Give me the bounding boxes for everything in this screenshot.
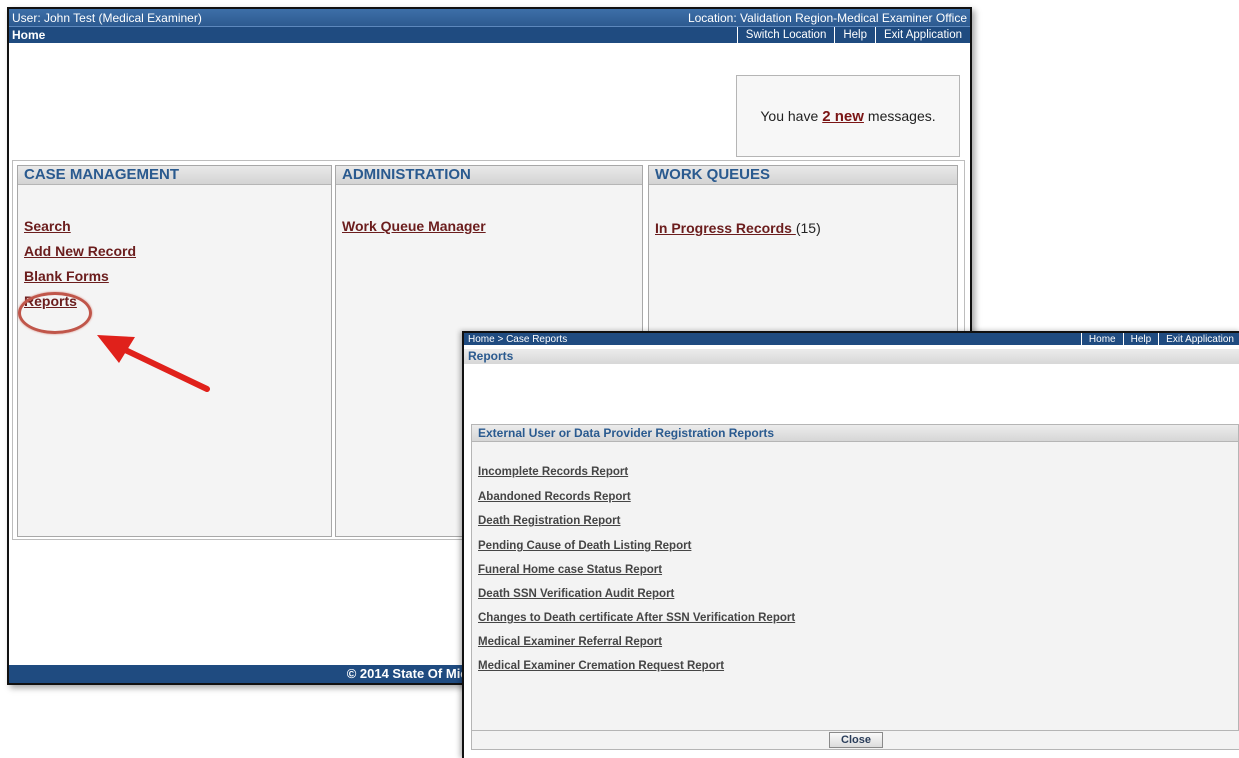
reports-breadcrumb[interactable]: Home > Case Reports bbox=[468, 334, 567, 345]
report-link-me-referral[interactable]: Medical Examiner Referral Report bbox=[478, 636, 662, 648]
administration-title: ADMINISTRATION bbox=[336, 166, 642, 185]
red-arrow-icon bbox=[97, 335, 210, 392]
close-button[interactable]: Close bbox=[829, 732, 883, 748]
in-progress-row: In Progress Records (15) bbox=[655, 220, 957, 236]
report-link-pending-cause-of-death[interactable]: Pending Cause of Death Listing Report bbox=[478, 540, 691, 552]
report-link-death-registration[interactable]: Death Registration Report bbox=[478, 515, 621, 527]
report-link-incomplete-records[interactable]: Incomplete Records Report bbox=[478, 466, 628, 478]
work-queues-title: WORK QUEUES bbox=[649, 166, 957, 185]
switch-location-link[interactable]: Switch Location bbox=[736, 27, 835, 43]
in-progress-records-link[interactable]: In Progress Records bbox=[655, 220, 796, 236]
search-link[interactable]: Search bbox=[24, 218, 331, 234]
in-progress-count: (15) bbox=[795, 220, 821, 236]
external-reports-title: External User or Data Provider Registrat… bbox=[472, 425, 1238, 442]
blank-forms-link[interactable]: Blank Forms bbox=[24, 268, 331, 284]
reports-window: Home > Case Reports Home Help Exit Appli… bbox=[462, 331, 1239, 758]
user-info: User: John Test (Medical Examiner) bbox=[12, 10, 202, 25]
messages-suffix: messages. bbox=[867, 108, 936, 124]
reports-top-links: Home Help Exit Application bbox=[1080, 333, 1239, 345]
close-bar: Close bbox=[471, 730, 1239, 750]
report-link-me-cremation-request[interactable]: Medical Examiner Cremation Request Repor… bbox=[478, 660, 724, 672]
report-link-changes-after-ssn[interactable]: Changes to Death certificate After SSN V… bbox=[478, 612, 795, 624]
reports-exit-application-link[interactable]: Exit Application bbox=[1158, 333, 1239, 345]
messages-prefix: You have bbox=[760, 108, 819, 124]
help-link[interactable]: Help bbox=[834, 27, 875, 43]
case-management-title: CASE MANAGEMENT bbox=[18, 166, 331, 185]
highlight-circle bbox=[18, 292, 92, 334]
new-messages-link[interactable]: 2 new bbox=[822, 108, 864, 125]
breadcrumb[interactable]: Home bbox=[12, 28, 45, 42]
exit-application-link[interactable]: Exit Application bbox=[875, 27, 970, 43]
external-reports-panel: External User or Data Provider Registrat… bbox=[471, 424, 1239, 731]
top-links: Switch Location Help Exit Application bbox=[736, 27, 970, 43]
reports-help-link[interactable]: Help bbox=[1122, 333, 1159, 345]
report-link-ssn-verification-audit[interactable]: Death SSN Verification Audit Report bbox=[478, 588, 674, 600]
nav-bar: Home Switch Location Help Exit Applicati… bbox=[9, 26, 970, 43]
messages-box: You have 2 new messages. bbox=[736, 75, 960, 157]
report-link-funeral-home-status[interactable]: Funeral Home case Status Report bbox=[478, 564, 662, 576]
location-info: Location: Validation Region-Medical Exam… bbox=[687, 10, 967, 25]
work-queue-manager-link[interactable]: Work Queue Manager bbox=[342, 218, 642, 234]
add-new-record-link[interactable]: Add New Record bbox=[24, 243, 331, 259]
reports-nav-bar: Home > Case Reports Home Help Exit Appli… bbox=[464, 333, 1239, 345]
reports-section-title: Reports bbox=[464, 349, 1239, 364]
user-bar: User: John Test (Medical Examiner) Locat… bbox=[9, 9, 970, 26]
report-link-abandoned-records[interactable]: Abandoned Records Report bbox=[478, 491, 631, 503]
home-link[interactable]: Home bbox=[1080, 333, 1123, 345]
